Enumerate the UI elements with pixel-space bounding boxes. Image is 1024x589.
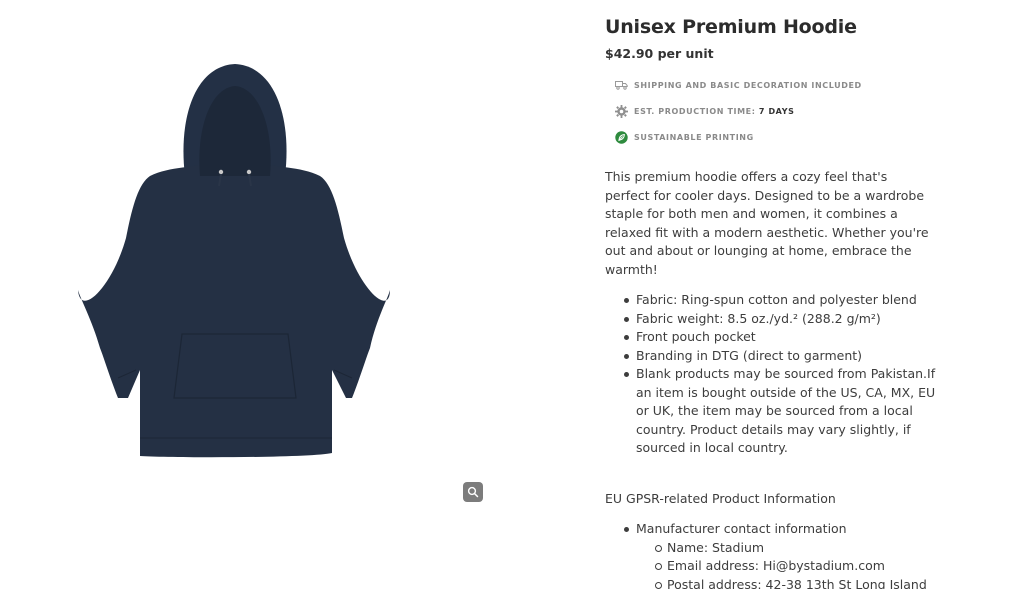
gpsr-item-label: Manufacturer contact information — [636, 521, 847, 536]
feature-shipping: SHIPPING AND BASIC DECORATION INCLUDED — [605, 72, 945, 98]
feature-sustainable-text: SUSTAINABLE PRINTING — [634, 132, 754, 142]
list-item: Branding in DTG (direct to garment) — [624, 347, 945, 366]
gpsr-name: Name: Stadium — [655, 539, 945, 558]
gpsr-item-manufacturer: Manufacturer contact information Name: S… — [624, 520, 945, 589]
gpsr-sublist: Name: Stadium Email address: Hi@bystadiu… — [636, 539, 945, 589]
feature-production-time-text: EST. PRODUCTION TIME: 7 DAYS — [634, 107, 794, 116]
gear-icon — [614, 104, 628, 118]
product-price: $42.90 per unit — [605, 46, 714, 61]
gpsr-list: Manufacturer contact information Name: S… — [605, 520, 945, 589]
feature-list: SHIPPING AND BASIC DECORATION INCLUDED E… — [605, 72, 945, 150]
gpsr-postal-address: Postal address: 42-38 13th St Long Islan… — [655, 576, 945, 589]
list-item: Fabric: Ring-spun cotton and polyester b… — [624, 291, 945, 310]
list-item: Blank products may be sourced from Pakis… — [624, 365, 945, 458]
production-time-label: EST. PRODUCTION TIME: — [634, 106, 756, 116]
production-time-value: 7 DAYS — [758, 106, 795, 116]
truck-icon — [614, 78, 628, 92]
spec-list: Fabric: Ring-spun cotton and polyester b… — [605, 291, 945, 458]
product-image[interactable] — [70, 58, 400, 468]
feature-sustainable: SUSTAINABLE PRINTING — [605, 124, 945, 150]
feature-shipping-text: SHIPPING AND BASIC DECORATION INCLUDED — [634, 80, 862, 90]
product-title: Unisex Premium Hoodie — [605, 16, 857, 38]
gpsr-heading: EU GPSR-related Product Information — [605, 490, 836, 506]
list-item: Fabric weight: 8.5 oz./yd.² (288.2 g/m²) — [624, 310, 945, 329]
leaf-icon — [614, 130, 628, 144]
feature-production-time: EST. PRODUCTION TIME: 7 DAYS — [605, 98, 945, 124]
gpsr-email: Email address: Hi@bystadium.com — [655, 557, 945, 576]
product-description: This premium hoodie offers a cozy feel t… — [605, 169, 929, 277]
magnifier-icon — [467, 486, 479, 498]
product-details: Unisex Premium Hoodie $42.90 per unit SH… — [605, 14, 945, 589]
list-item: Front pouch pocket — [624, 328, 945, 347]
zoom-button[interactable] — [463, 482, 483, 502]
product-image-pane — [0, 0, 560, 589]
